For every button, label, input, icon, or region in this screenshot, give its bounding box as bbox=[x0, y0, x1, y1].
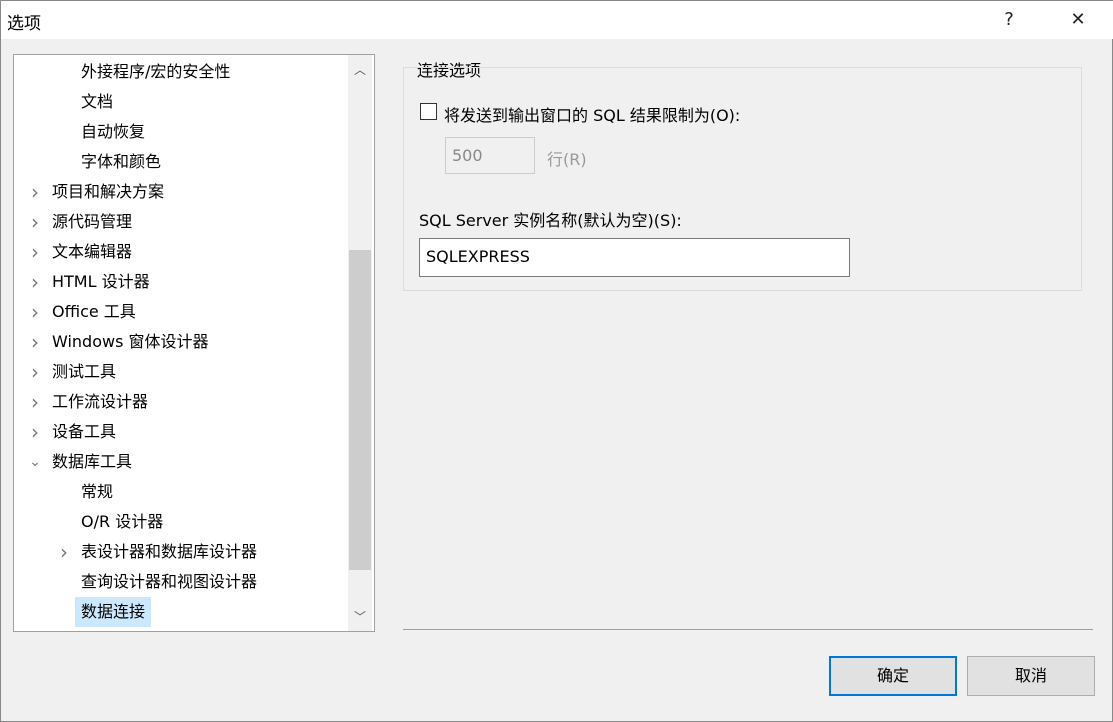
separator bbox=[403, 629, 1093, 630]
tree-item[interactable]: Windows 窗体设计器 bbox=[52, 327, 209, 357]
tree-item[interactable]: 项目和解决方案 bbox=[52, 177, 164, 207]
limit-results-checkbox[interactable] bbox=[420, 103, 437, 120]
tree-item[interactable]: 设备工具 bbox=[52, 417, 116, 447]
title-bar: 选项 ? ✕ bbox=[1, 1, 1113, 39]
options-tree[interactable]: ︿ ﹀ 外接程序/宏的安全性 文档 自动恢复 字体和颜色 › 项目和解决方案 › 源代码管理 ›… bbox=[13, 54, 375, 632]
tree-item[interactable]: 测试工具 bbox=[52, 357, 116, 387]
tree-item[interactable]: 源代码管理 bbox=[52, 207, 132, 237]
tree-item[interactable]: 文档 bbox=[81, 87, 113, 117]
tree-item[interactable]: 文本编辑器 bbox=[52, 237, 132, 267]
chevron-right-icon[interactable]: › bbox=[28, 327, 42, 357]
row-limit-input[interactable]: 500 bbox=[445, 137, 535, 174]
tree-item[interactable]: O/R 设计器 bbox=[81, 507, 163, 537]
scroll-down-icon[interactable]: ﹀ bbox=[348, 608, 372, 625]
window-title: 选项 bbox=[7, 14, 41, 34]
rows-label: 行(R) bbox=[547, 150, 587, 169]
chevron-right-icon[interactable]: › bbox=[57, 537, 71, 567]
tree-item[interactable]: 工作流设计器 bbox=[52, 387, 148, 417]
chevron-down-icon[interactable]: ⌄ bbox=[28, 447, 42, 477]
ok-button[interactable]: 确定 bbox=[829, 656, 957, 696]
chevron-right-icon[interactable]: › bbox=[28, 267, 42, 297]
scroll-up-icon[interactable]: ︿ bbox=[348, 61, 372, 78]
tree-item[interactable]: 数据库工具 bbox=[52, 447, 132, 477]
chevron-right-icon[interactable]: › bbox=[28, 177, 42, 207]
tree-item[interactable]: 数据连接 bbox=[75, 597, 152, 627]
scrollbar-thumb[interactable] bbox=[349, 250, 371, 570]
tree-item[interactable]: 查询设计器和视图设计器 bbox=[81, 567, 257, 597]
chevron-right-icon[interactable]: › bbox=[28, 357, 42, 387]
limit-results-label[interactable]: 将发送到输出窗口的 SQL 结果限制为(O): bbox=[444, 102, 740, 126]
chevron-right-icon[interactable]: › bbox=[28, 207, 42, 237]
tree-item[interactable]: 自动恢复 bbox=[81, 117, 145, 147]
tree-item[interactable]: Office 工具 bbox=[52, 297, 136, 327]
chevron-right-icon[interactable]: › bbox=[28, 387, 42, 417]
cancel-button[interactable]: 取消 bbox=[967, 656, 1095, 696]
instance-name-label: SQL Server 实例名称(默认为空)(S): bbox=[419, 211, 682, 230]
chevron-right-icon[interactable]: › bbox=[28, 237, 42, 267]
tree-scrollbar[interactable]: ︿ ﹀ bbox=[348, 55, 372, 631]
tree-item[interactable]: 表设计器和数据库设计器 bbox=[81, 537, 257, 567]
chevron-right-icon[interactable]: › bbox=[28, 297, 42, 327]
tree-item[interactable]: HTML 设计器 bbox=[52, 267, 150, 297]
close-button[interactable]: ✕ bbox=[1055, 5, 1101, 35]
tree-item[interactable]: 字体和颜色 bbox=[81, 147, 161, 177]
chevron-right-icon[interactable]: › bbox=[28, 417, 42, 447]
instance-name-input[interactable]: SQLEXPRESS bbox=[419, 238, 850, 277]
help-button[interactable]: ? bbox=[986, 5, 1032, 35]
tree-item[interactable]: 外接程序/宏的安全性 bbox=[81, 57, 230, 87]
tree-item[interactable]: 常规 bbox=[81, 477, 113, 507]
